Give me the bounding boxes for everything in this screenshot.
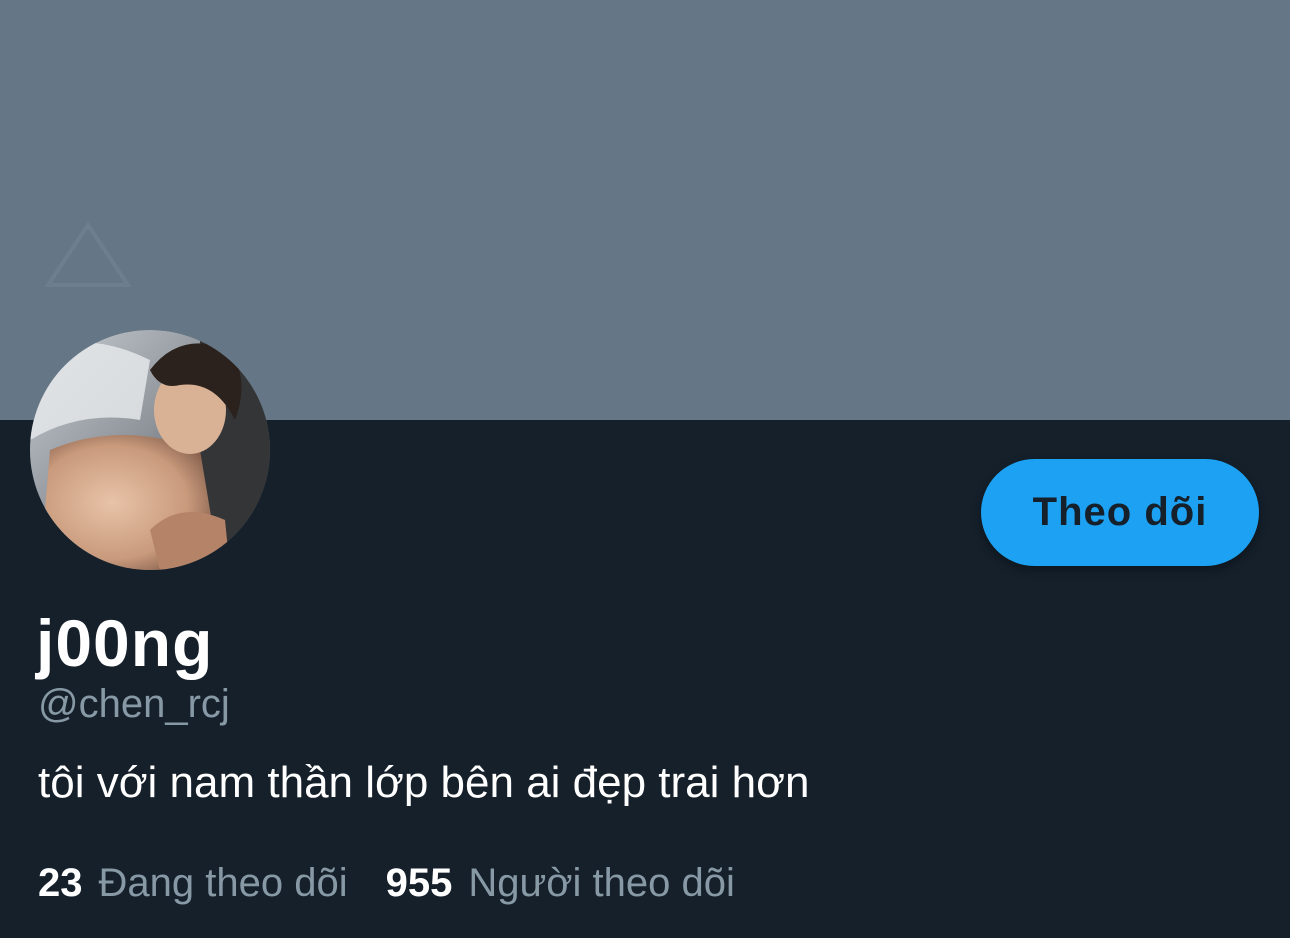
profile-stats: 23 Đang theo dõi 955 Người theo dõi [38,857,773,909]
followers-count: 955 [385,861,453,905]
following-count: 23 [38,861,83,905]
banner-faint-graphic [44,221,132,287]
followers-label: Người theo dõi [468,861,735,905]
following-label: Đang theo dõi [98,861,348,905]
avatar[interactable] [30,330,270,570]
profile-bio: tôi với nam thần lớp bên ai đẹp trai hơn [38,758,810,807]
avatar-photo [30,330,270,570]
following-stat[interactable]: 23 Đang theo dõi [38,857,348,909]
followers-stat[interactable]: 955 Người theo dõi [386,857,735,909]
display-name: j00ng [36,606,214,680]
follow-button[interactable]: Theo dõi [981,459,1259,566]
user-handle: @chen_rcj [38,682,230,726]
